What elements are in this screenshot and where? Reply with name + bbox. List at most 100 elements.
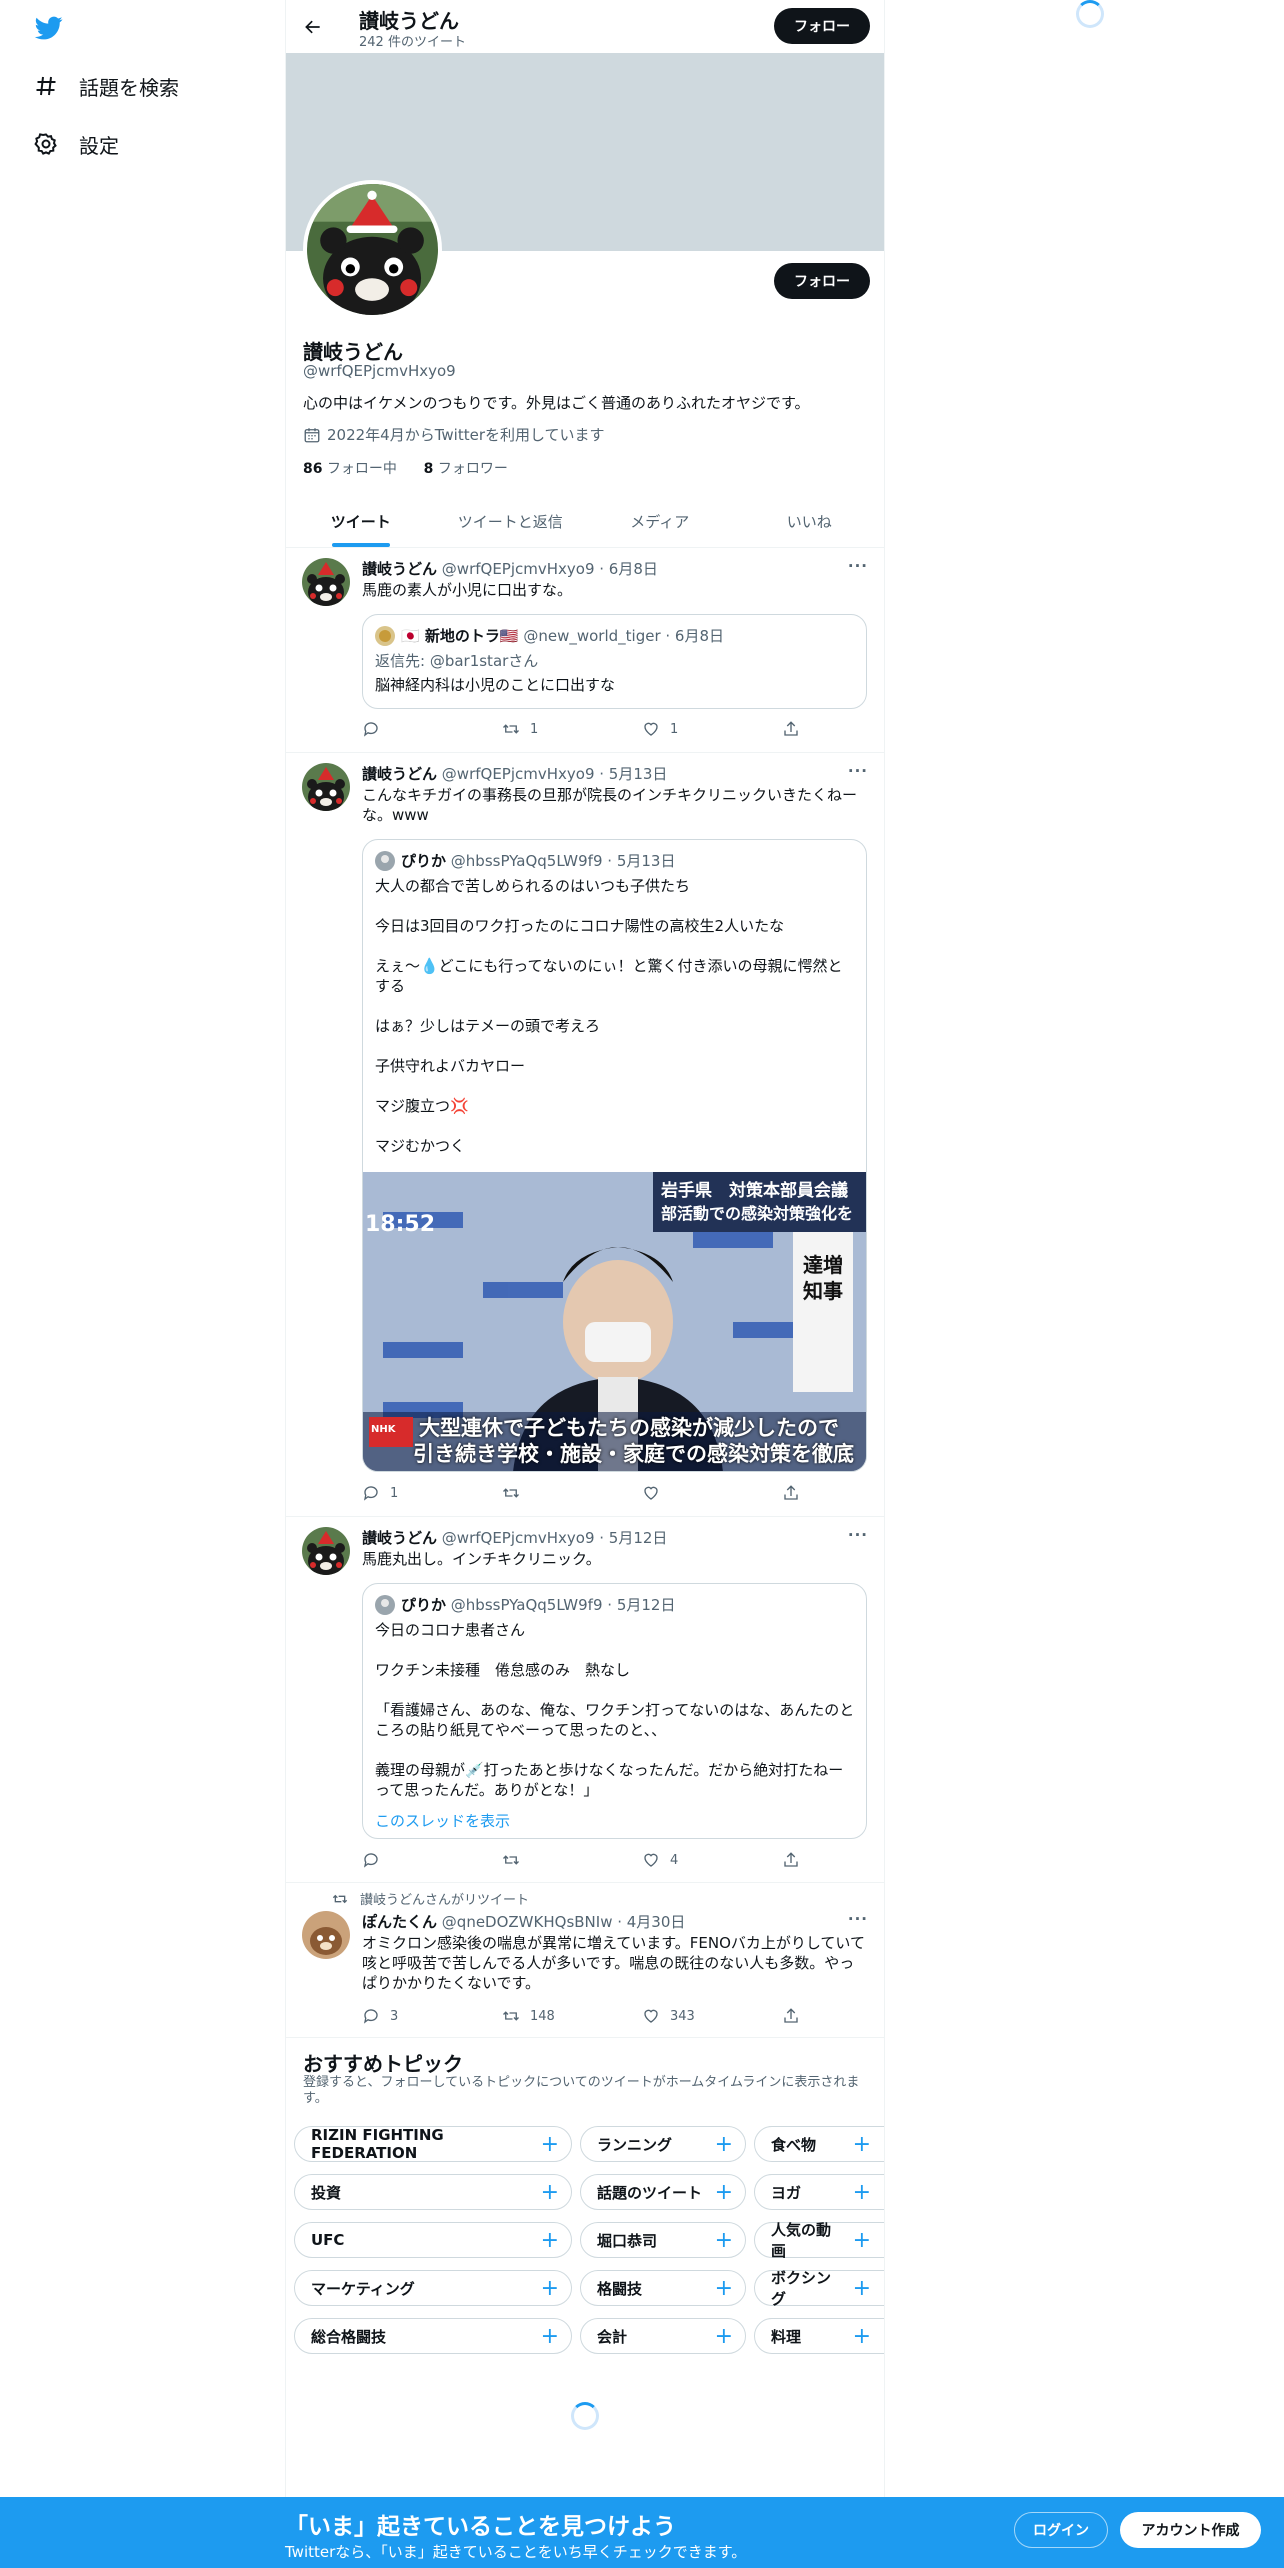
topic-chip[interactable]: 料理 + [754, 2318, 884, 2354]
share-button[interactable] [782, 1851, 802, 1869]
reply-count: 3 [390, 2008, 399, 2024]
topic-chip[interactable]: ヨガ + [754, 2174, 884, 2210]
quote-reply-to: 返信先: @bar1starさん [375, 652, 539, 670]
tweet-avatar[interactable] [302, 1911, 350, 1959]
topic-chip[interactable]: 話題のツイート + [580, 2174, 746, 2210]
share-button[interactable] [782, 720, 802, 738]
retweet-button[interactable] [502, 1851, 592, 1869]
nav-explore-label: 話題を検索 [79, 75, 179, 100]
tweet-meta[interactable]: @wrfQEPjcmvHxyo9 · 5月13日 [442, 765, 668, 783]
quoted-tweet[interactable]: ぴりか @hbssPYaQq5LW9f9 · 5月12日 今日のコロナ患者さん … [362, 1583, 867, 1839]
tweet[interactable]: 讃岐うどん @wrfQEPjcmvHxyo9 · 6月8日 ··· 馬鹿の素人が… [286, 548, 884, 753]
retweet-button[interactable] [502, 1484, 592, 1502]
nav-settings[interactable]: 設定 [33, 124, 119, 164]
topic-chip[interactable]: ボクシング + [754, 2269, 884, 2308]
retweet-icon [502, 720, 520, 738]
quote-header: ぴりか @hbssPYaQq5LW9f9 · 5月12日 [375, 1594, 675, 1615]
image-side-caption: 達増知事 [803, 1253, 843, 1303]
retweet-button[interactable]: 1 [502, 720, 592, 738]
reply-button[interactable]: 1 [362, 1484, 452, 1502]
more-options-icon[interactable]: ··· [848, 762, 868, 780]
like-button[interactable]: 1 [642, 720, 732, 738]
tweet-author-name[interactable]: 讃岐うどん [362, 765, 437, 783]
reply-count: 1 [390, 1485, 399, 1501]
like-button[interactable] [642, 1484, 732, 1502]
tweet-actions: 4 [362, 1851, 802, 1869]
tweet[interactable]: 讃岐うどん @wrfQEPjcmvHxyo9 · 5月12日 ··· 馬鹿丸出し… [286, 1517, 884, 1883]
topic-label: 料理 [771, 2327, 802, 2346]
image-caption-top: 岩手県 対策本部員会議 [661, 1181, 848, 1201]
tweet-text: 馬鹿の素人が小児に口出すな。 [362, 581, 573, 599]
tweet-meta[interactable]: @wrfQEPjcmvHxyo9 · 5月12日 [442, 1529, 668, 1547]
tab-likes[interactable]: いいね [735, 495, 885, 547]
nav-explore[interactable]: 話題を検索 [33, 66, 179, 106]
header-follow-button[interactable]: フォロー [774, 8, 870, 44]
profile-avatar[interactable] [303, 180, 442, 319]
quote-avatar [375, 625, 395, 646]
tweet-avatar[interactable] [302, 558, 350, 606]
login-button[interactable]: ログイン [1014, 2512, 1108, 2548]
image-caption-sub: 部活動での感染対策強化を [661, 1204, 854, 1223]
tab-tweets-and-replies[interactable]: ツイートと返信 [436, 495, 586, 547]
topic-chip[interactable]: 総合格闘技 + [294, 2318, 572, 2354]
tab-media[interactable]: メディア [585, 495, 735, 547]
tweet[interactable]: 讃岐うどん @wrfQEPjcmvHxyo9 · 5月13日 ··· こんなキチ… [286, 753, 884, 1517]
topic-chip[interactable]: ランニング + [580, 2126, 746, 2162]
quoted-tweet[interactable]: 🇯🇵 新地のトラ🇺🇸 @new_world_tiger · 6月8日 返信先: … [362, 614, 867, 709]
more-options-icon[interactable]: ··· [848, 557, 868, 575]
retweet-button[interactable]: 148 [502, 2007, 592, 2025]
signup-button[interactable]: アカウント作成 [1120, 2512, 1261, 2548]
share-button[interactable] [782, 2007, 802, 2025]
profile-follow-button[interactable]: フォロー [774, 263, 870, 299]
image-clock: 18:52 [365, 1212, 436, 1237]
like-button[interactable]: 4 [642, 1851, 732, 1869]
topic-chip[interactable]: 会計 + [580, 2318, 746, 2354]
more-options-icon[interactable]: ··· [848, 1526, 868, 1544]
tweet-header: 讃岐うどん @wrfQEPjcmvHxyo9 · 6月8日 [362, 558, 658, 579]
plus-icon: + [714, 2179, 733, 2205]
quote-text: 大人の都合で苦しめられるのはいつも子供たち 今日は3回目のワク打ったのにコロナ陽… [375, 877, 843, 1155]
followers-link[interactable]: 8 フォロワー [424, 461, 508, 477]
plus-icon: + [852, 2131, 871, 2157]
tweet-avatar[interactable] [302, 1527, 350, 1575]
topic-chip[interactable]: 格闘技 + [580, 2270, 746, 2306]
topic-chip[interactable]: 食べ物 + [754, 2126, 884, 2162]
twitter-logo-icon[interactable] [33, 14, 65, 42]
topic-chip[interactable]: 投資 + [294, 2174, 572, 2210]
show-thread-link[interactable]: このスレッドを表示 [375, 1810, 510, 1831]
topic-chip[interactable]: 人気の動画 + [754, 2221, 884, 2260]
profile-name: 讃岐うどん [303, 340, 403, 364]
topic-chip[interactable]: RIZIN FIGHTING FEDERATION + [294, 2126, 572, 2162]
reply-button[interactable] [362, 720, 452, 738]
more-options-icon[interactable]: ··· [848, 1910, 868, 1928]
tweet-author-name[interactable]: ぽんたくん [362, 1913, 437, 1931]
tweet-avatar[interactable] [302, 763, 350, 811]
retweet-note-text[interactable]: 讃岐うどんさんがリツイート [360, 1889, 529, 1908]
quote-text: 今日のコロナ患者さん ワクチン未接種 倦怠感のみ 熱なし 「看護婦さん、あのな、… [375, 1621, 855, 1799]
followers-count: 8 [423, 461, 434, 477]
tweet[interactable]: 讃岐うどんさんがリツイート ぽんたくん @qneDOZWKHQsBNIw · 4… [286, 1883, 884, 2038]
quote-image[interactable]: 岩手県 対策本部員会議 部活動での感染対策強化を 18:52 達増知事 NHK … [363, 1172, 866, 1471]
tweet-meta[interactable]: @wrfQEPjcmvHxyo9 · 6月8日 [442, 560, 658, 578]
tweet-meta[interactable]: @qneDOZWKHQsBNIw · 4月30日 [442, 1913, 686, 1931]
share-button[interactable] [782, 1484, 802, 1502]
plus-icon: + [714, 2275, 733, 2301]
profile-header-bar: 讃岐うどん 242 件のツイート フォロー [286, 0, 884, 53]
tweet-author-name[interactable]: 讃岐うどん [362, 1529, 437, 1547]
back-arrow-icon[interactable] [298, 12, 328, 42]
reply-button[interactable] [362, 1851, 452, 1869]
topic-chip[interactable]: マーケティング + [294, 2270, 572, 2306]
tweet-actions: 3 148 343 [362, 2007, 802, 2025]
plus-icon: + [540, 2275, 559, 2301]
reply-button[interactable]: 3 [362, 2007, 452, 2025]
retweet-count: 148 [530, 2008, 555, 2024]
like-button[interactable]: 343 [642, 2007, 732, 2025]
topic-chip[interactable]: UFC + [294, 2222, 572, 2258]
following-link[interactable]: 86 フォロー中 [303, 461, 397, 477]
heart-icon [642, 720, 660, 738]
tweet-author-name[interactable]: 讃岐うどん [362, 560, 437, 578]
topic-chip[interactable]: 堀口恭司 + [580, 2222, 746, 2258]
quoted-tweet[interactable]: ぴりか @hbssPYaQq5LW9f9 · 5月13日 大人の都合で苦しめられ… [362, 839, 867, 1472]
tab-tweets[interactable]: ツイート [286, 495, 436, 547]
topic-label: 総合格闘技 [311, 2327, 387, 2346]
